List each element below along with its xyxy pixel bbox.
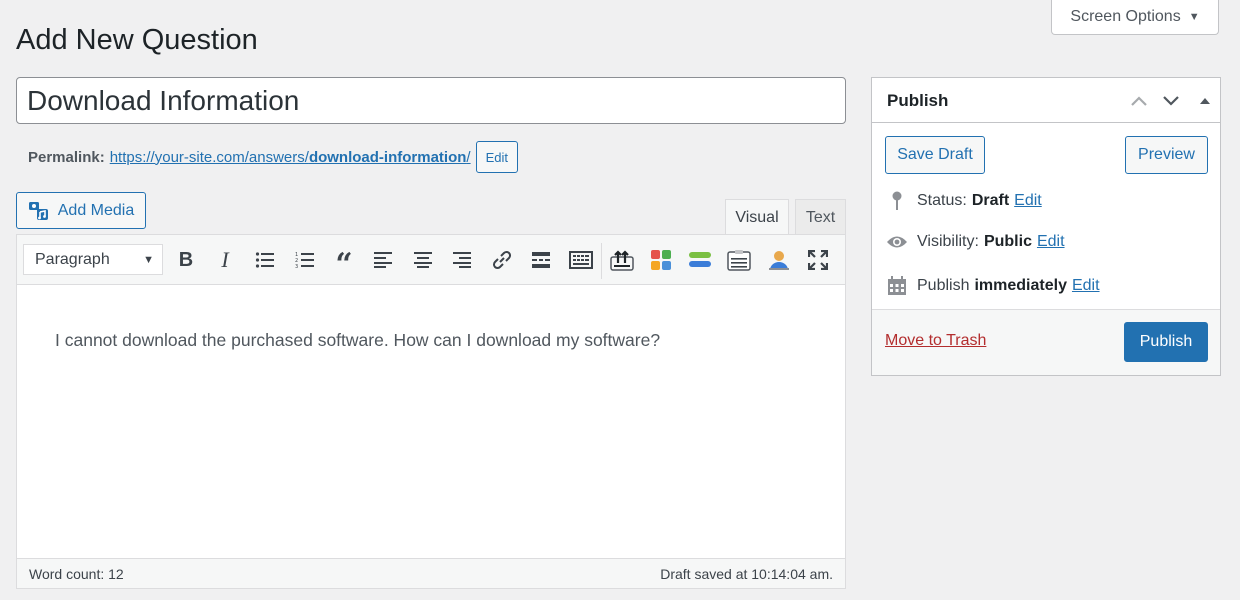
move-down-button[interactable] [1159,90,1183,112]
caret-down-icon: ▼ [1188,11,1200,23]
editor-status-bar: Word count: 12 Draft saved at 10:14:04 a… [17,558,845,588]
publish-box-title: Publish [887,91,949,110]
plugin-layers-icon [689,252,711,267]
svg-text:3: 3 [295,264,298,269]
move-up-button[interactable] [1127,90,1151,112]
screen-options-label: Screen Options [1070,8,1181,25]
fullscreen-button[interactable] [803,246,833,274]
plugin-notepad-icon [727,250,751,271]
status-value: Draft [971,192,1010,209]
plugin-upload-icon [610,250,634,271]
plugin-grid-icon [651,250,671,270]
editor-frame [16,234,846,589]
permalink-row: Permalink: https://your-site.com/answers… [28,141,518,173]
bullet-list-button[interactable] [250,246,280,274]
read-more-icon [532,252,550,268]
publish-button[interactable]: Publish [1124,322,1208,362]
read-more-button[interactable] [526,246,556,274]
italic-icon: I [221,247,229,272]
schedule-value: immediately [974,277,1067,294]
save-draft-button[interactable]: Save Draft [885,136,985,174]
screen-options-button[interactable]: Screen Options ▼ [1051,0,1219,35]
permalink-base: https://your-site.com/answers/ [109,148,309,166]
status-label: Status: [917,192,967,209]
align-left-icon [374,252,392,268]
caret-down-icon: ▼ [143,253,154,266]
permalink-label: Permalink: [28,148,105,166]
chevron-down-icon [1163,96,1179,106]
numbered-list-icon: 1 2 3 [295,252,314,269]
format-select-value: Paragraph [35,250,110,268]
bullet-list-icon [255,252,274,268]
plugin-user-icon [769,251,789,270]
visibility-row: Visibility: Public Edit [886,233,1065,251]
chevron-up-icon [1131,96,1147,106]
paragraph-format-select[interactable]: Paragraph ▼ [23,244,163,275]
move-to-trash-link[interactable]: Move to Trash [885,332,986,350]
eye-icon [886,235,908,249]
permalink-trailing: / [466,148,471,166]
plugin-upload-button[interactable] [607,246,637,274]
schedule-edit-link[interactable]: Edit [1072,277,1100,295]
draft-saved-status: Draft saved at 10:14:04 am. [660,565,833,582]
permalink-edit-button[interactable]: Edit [475,141,518,173]
plugin-grid-button[interactable] [646,246,676,274]
pin-icon [886,191,908,211]
permalink-slug: download-information [308,148,467,166]
schedule-label: Publish [917,277,970,294]
visibility-edit-link[interactable]: Edit [1037,233,1065,251]
visibility-label: Visibility: [917,233,979,250]
add-media-label: Add Media [57,201,135,219]
italic-button[interactable]: I [210,246,240,274]
triangle-up-icon [1200,98,1210,104]
word-count: Word count: 12 [29,565,124,582]
plugin-layers-button[interactable] [685,246,715,274]
blockquote-button[interactable]: “ [329,246,359,280]
status-edit-link[interactable]: Edit [1014,192,1042,210]
align-left-button[interactable] [368,246,398,274]
toolbar-toggle-icon [569,251,593,269]
bold-icon: B [178,248,194,271]
add-media-button[interactable]: Add Media [16,192,146,229]
bold-button[interactable]: B [171,246,201,274]
permalink-link[interactable]: https://your-site.com/answers/download-i… [110,149,471,166]
schedule-row: Publish immediately Edit [886,276,1100,296]
toggle-panel-button[interactable] [1193,90,1217,112]
toolbar-toggle-button[interactable] [566,246,596,274]
numbered-list-button[interactable]: 1 2 3 [290,246,320,274]
toolbar-separator [601,243,602,279]
calendar-icon [886,276,908,296]
plugin-notepad-button[interactable] [724,246,754,274]
tab-visual[interactable]: Visual [725,199,789,236]
blockquote-icon: “ [335,247,353,282]
align-center-button[interactable] [408,246,438,274]
page-title: Add New Question [16,24,258,56]
fullscreen-icon [808,250,828,270]
editor-content[interactable]: I cannot download the purchased software… [55,330,660,351]
tab-text[interactable]: Text [795,199,846,235]
align-center-icon [414,252,432,268]
align-right-button[interactable] [447,246,477,274]
link-icon [492,250,512,270]
status-row: Status: Draft Edit [886,191,1042,211]
plugin-user-button[interactable] [764,246,794,274]
media-icon [28,201,48,220]
visibility-value: Public [983,233,1032,250]
align-right-icon [453,252,471,268]
insert-link-button[interactable] [487,246,517,274]
preview-button[interactable]: Preview [1125,136,1208,174]
post-title-input[interactable] [16,77,846,124]
